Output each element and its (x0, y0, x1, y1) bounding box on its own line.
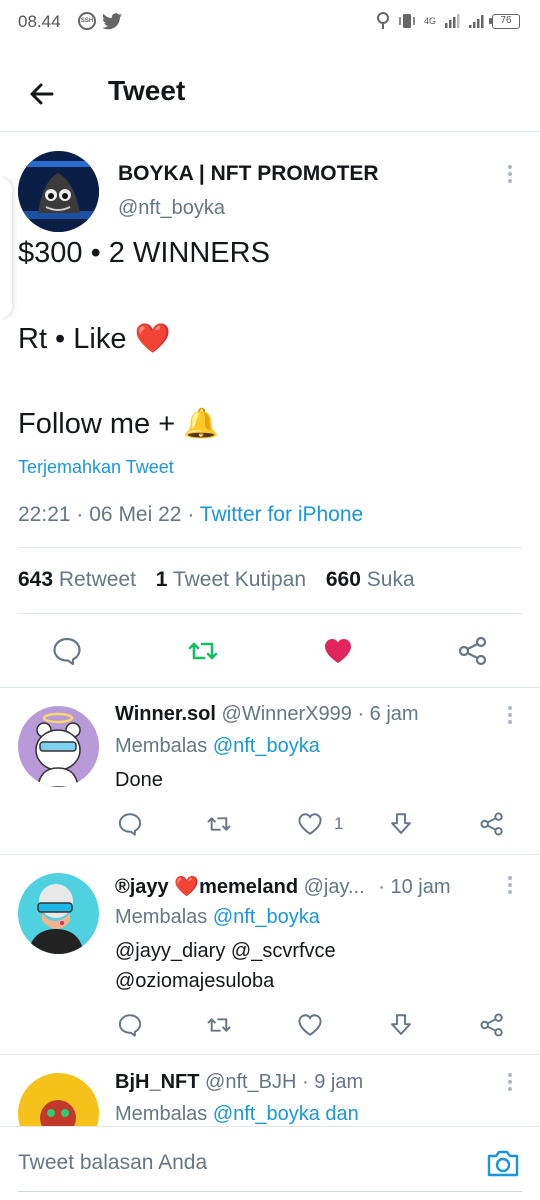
page-title: Tweet (108, 75, 186, 106)
divider (0, 687, 540, 688)
retweet-icon (188, 642, 218, 660)
share-icon (480, 812, 503, 836)
vibrate-icon (399, 14, 415, 28)
avatar-image (18, 151, 99, 232)
status-bar: 08.44 SSH 4G 76 (0, 0, 540, 48)
tweet-date: 06 Mei 22 (89, 503, 182, 526)
reply-author[interactable]: BjH_NFT @nft_BJH · 9 jam (115, 1071, 363, 1094)
like-button[interactable] (322, 635, 354, 667)
reply-avatar[interactable] (18, 706, 99, 787)
camera-icon (487, 1150, 519, 1177)
reply-author[interactable]: Winner.sol @WinnerX999 · 6 jam (115, 703, 419, 726)
reply-button[interactable] (117, 811, 143, 837)
retweet-icon (207, 817, 231, 831)
reply-more-options[interactable] (507, 706, 513, 728)
retweets-stat[interactable]: 643 Retweet (18, 568, 136, 591)
avatar-image (18, 873, 99, 954)
reply-more-options[interactable] (507, 876, 513, 898)
share-icon (480, 1013, 503, 1037)
tweet-stats: 643 Retweet 1 Tweet Kutipan 660 Suka (18, 568, 415, 592)
back-button[interactable] (22, 74, 62, 114)
battery-icon: 76 (489, 13, 520, 29)
like-count: 1 (334, 814, 344, 833)
retweet-button[interactable] (206, 811, 232, 837)
tweet-text-line: Rt • Like ❤️ (18, 323, 171, 355)
author-avatar[interactable] (18, 151, 99, 232)
bookmark-download-button[interactable] (388, 1012, 414, 1038)
tweet-more-options[interactable] (507, 165, 513, 187)
input-underline (18, 1191, 522, 1192)
replying-to: Membalas @nft_boyka dan (115, 1103, 359, 1125)
reply-composer: Tweet balasan Anda (0, 1126, 540, 1200)
heart-icon (298, 1014, 322, 1036)
reply-icon (118, 813, 142, 836)
translate-tweet-link[interactable]: Terjemahkan Tweet (18, 457, 174, 478)
reply-more-options[interactable] (507, 1073, 513, 1095)
like-button[interactable] (297, 1012, 323, 1038)
tweet-text-line: Follow me + 🔔 (18, 408, 220, 440)
top-app-bar: Tweet (0, 56, 540, 132)
replying-to: Membalas @nft_boyka (115, 906, 320, 928)
author-name[interactable]: BOYKA | NFT PROMOTER (118, 162, 379, 186)
signal-icon-2 (469, 15, 484, 28)
heart-icon (298, 813, 322, 835)
share-button[interactable] (479, 811, 505, 837)
twitter-bird-icon (102, 12, 122, 29)
tweet-meta: 22:21 · 06 Mei 22 · Twitter for iPhone (18, 503, 364, 526)
like-button[interactable] (297, 811, 323, 837)
alarm-icon (376, 12, 389, 29)
share-icon (458, 636, 487, 666)
status-time: 08.44 (18, 12, 61, 31)
divider (0, 1054, 540, 1055)
author-handle[interactable]: @nft_boyka (118, 197, 225, 220)
arrow-left-icon (30, 83, 54, 105)
likes-stat[interactable]: 660 Suka (326, 568, 415, 591)
reply-text: Done (115, 769, 163, 791)
quotes-stat[interactable]: 1 Tweet Kutipan (156, 568, 306, 591)
tweet-text-line: $300 • 2 WINNERS (18, 237, 270, 269)
replying-to: Membalas @nft_boyka (115, 735, 320, 757)
reply-text[interactable]: @jayy_diary @_scvrfvce (115, 940, 336, 963)
signal-icon (445, 14, 460, 28)
reply-icon (118, 1014, 142, 1037)
reply-button[interactable] (117, 1012, 143, 1038)
retweet-icon (207, 1018, 231, 1032)
divider (0, 854, 540, 855)
download-icon (391, 813, 411, 834)
bookmark-download-button[interactable] (388, 811, 414, 837)
tweet-time: 22:21 (18, 503, 71, 526)
tweet-source[interactable]: Twitter for iPhone (200, 503, 363, 526)
reply-button[interactable] (51, 635, 83, 667)
heart-filled-icon (325, 639, 351, 663)
bell-emoji: 🔔 (183, 408, 220, 440)
ssh-icon: SSH (78, 12, 96, 30)
divider (18, 613, 522, 614)
network-type: 4G (423, 15, 436, 26)
reply-icon (53, 637, 81, 666)
reply-text[interactable]: @oziomajesuloba (115, 970, 274, 993)
reply-input[interactable]: Tweet balasan Anda (18, 1151, 207, 1175)
reply-author[interactable]: ®jayy ❤️memeland @jay... · 10 jam (115, 874, 450, 899)
share-button[interactable] (457, 635, 489, 667)
share-button[interactable] (479, 1012, 505, 1038)
camera-button[interactable] (486, 1147, 520, 1179)
divider (18, 547, 522, 548)
heart-emoji: ❤️ (134, 323, 171, 355)
reply-avatar[interactable] (18, 873, 99, 954)
edge-panel-handle[interactable] (0, 178, 12, 318)
retweet-button[interactable] (187, 635, 219, 667)
retweet-button[interactable] (206, 1012, 232, 1038)
avatar-image (18, 706, 99, 787)
download-icon (391, 1014, 411, 1035)
